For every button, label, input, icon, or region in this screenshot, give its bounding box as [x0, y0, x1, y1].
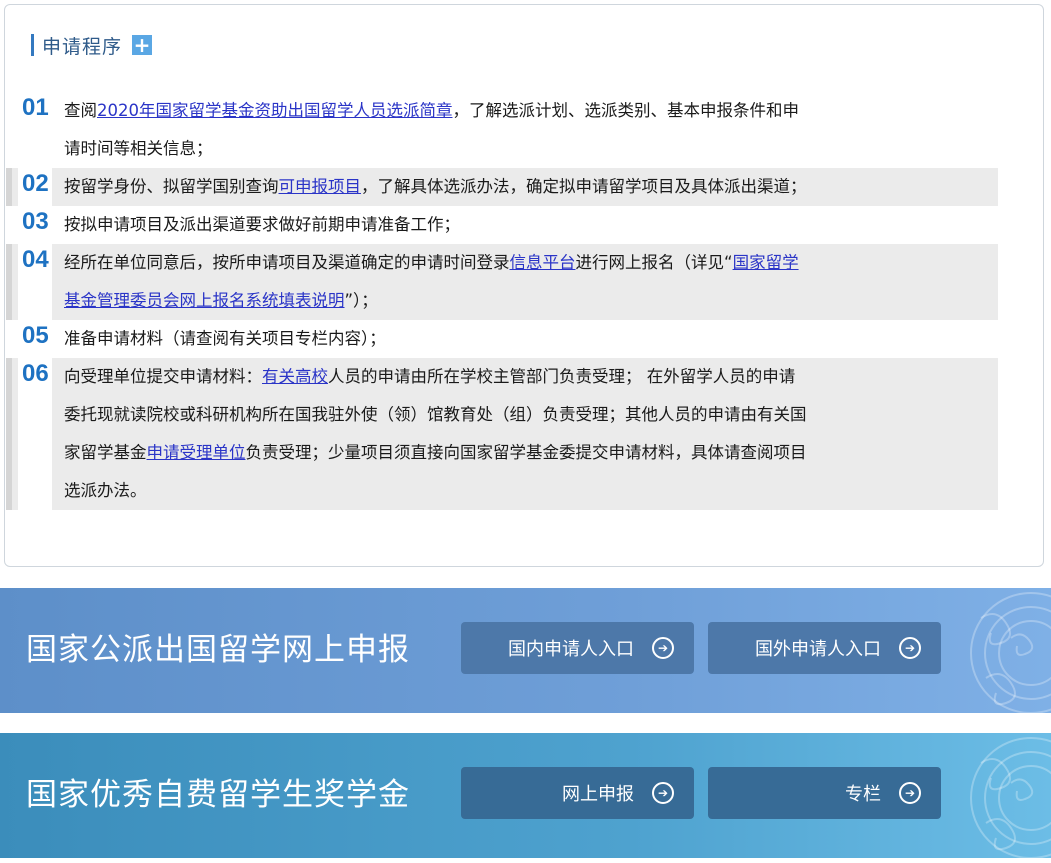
step-text-part: 请时间等相关信息； — [64, 139, 213, 158]
info-platform-link[interactable]: 信息平台 — [510, 253, 576, 272]
step-text: 按留学身份、拟留学国别查询可申报项目，了解具体选派办法，确定拟申请留学项目及具体… — [64, 177, 807, 196]
step-number: 04 — [22, 246, 49, 273]
step-number: 06 — [22, 360, 49, 387]
overseas-applicant-entry-button[interactable]: 国外申请人入口 ➔ — [708, 622, 941, 674]
step-text-part: 家留学基金 — [64, 443, 147, 462]
step-text-part: ，了解选派计划、选派类别、基本申报条件和申 — [452, 101, 800, 120]
step-number: 01 — [22, 94, 49, 121]
step-text-part: 进行网上报名（详见“ — [575, 253, 733, 272]
state-sponsored-banner: 国家公派出国留学网上申报 国内申请人入口 ➔ 国外申请人入口 ➔ — [0, 588, 1051, 713]
step-number: 03 — [22, 208, 49, 235]
step-text-part: 委托现就读院校或科研机构所在国我驻外使（领）馆教育处（组）负责受理；其他人员的申… — [64, 405, 807, 424]
step-text: 按拟申请项目及派出渠道要求做好前期申请准备工作； — [64, 215, 460, 234]
step-text: 向受理单位提交申请材料：有关高校人员的申请由所在学校主管部门负责受理； 在外留学… — [64, 367, 807, 500]
step-01: 01 查阅2020年国家留学基金资助出国留学人员选派简章，了解选派计划、选派类别… — [6, 92, 998, 168]
brochure-link[interactable]: 2020年国家留学基金资助出国留学人员选派简章 — [97, 101, 453, 120]
arrow-right-circle-icon: ➔ — [899, 782, 921, 804]
step-text-part: 选派办法。 — [64, 481, 147, 500]
domestic-applicant-entry-button[interactable]: 国内申请人入口 ➔ — [461, 622, 694, 674]
banner-title: 国家优秀自费留学生奖学金 — [26, 777, 410, 813]
step-text-part: 经所在单位同意后，按所申请项目及渠道确定的申请时间登录 — [64, 253, 510, 272]
step-text: 经所在单位同意后，按所申请项目及渠道确定的申请时间登录信息平台进行网上报名（详见… — [64, 253, 799, 310]
button-label: 国外申请人入口 — [755, 639, 881, 660]
step-number: 05 — [22, 322, 49, 349]
step-text-part: ”）； — [344, 291, 378, 310]
decorative-pattern-icon — [970, 592, 1051, 713]
online-application-button[interactable]: 网上申报 ➔ — [461, 767, 694, 819]
decorative-pattern-icon — [970, 737, 1051, 858]
step-02: 02 按留学身份、拟留学国别查询可申报项目，了解具体选派办法，确定拟申请留学项目… — [6, 168, 998, 206]
step-05: 05 准备申请材料（请查阅有关项目专栏内容）； — [6, 320, 998, 358]
form-guide-link-continued[interactable]: 基金管理委员会网上报名系统填表说明 — [64, 291, 345, 310]
step-number: 02 — [22, 170, 49, 197]
arrow-right-circle-icon: ➔ — [652, 782, 674, 804]
step-04: 04 经所在单位同意后，按所申请项目及渠道确定的申请时间登录信息平台进行网上报名… — [6, 244, 998, 320]
header-accent-bar — [31, 34, 34, 56]
universities-link[interactable]: 有关高校 — [262, 367, 328, 386]
step-list: 01 查阅2020年国家留学基金资助出国留学人员选派简章，了解选派计划、选派类别… — [6, 92, 998, 510]
button-label: 网上申报 — [562, 784, 634, 805]
step-06: 06 向受理单位提交申请材料：有关高校人员的申请由所在学校主管部门负责受理； 在… — [6, 358, 998, 510]
step-text-part: 人员的申请由所在学校主管部门负责受理； 在外留学人员的申请 — [328, 367, 796, 386]
banner-title: 国家公派出国留学网上申报 — [26, 632, 410, 668]
form-guide-link[interactable]: 国家留学 — [733, 253, 799, 272]
column-button[interactable]: 专栏 ➔ — [708, 767, 941, 819]
step-03: 03 按拟申请项目及派出渠道要求做好前期申请准备工作； — [6, 206, 998, 244]
panel-title: 申请程序 — [42, 35, 123, 58]
step-text: 准备申请材料（请查阅有关项目专栏内容）； — [64, 329, 386, 348]
arrow-right-circle-icon: ➔ — [652, 637, 674, 659]
panel-header: 申请程序 + — [31, 31, 153, 59]
button-label: 国内申请人入口 — [508, 639, 634, 660]
step-text: 查阅2020年国家留学基金资助出国留学人员选派简章，了解选派计划、选派类别、基本… — [64, 101, 799, 158]
step-text-part: 向受理单位提交申请材料： — [64, 367, 262, 386]
step-text-part: ，了解具体选派办法，确定拟申请留学项目及具体派出渠道； — [361, 177, 807, 196]
button-label: 专栏 — [845, 784, 881, 805]
plus-icon[interactable]: + — [132, 35, 153, 55]
arrow-right-circle-icon: ➔ — [899, 637, 921, 659]
step-text-part: 按留学身份、拟留学国别查询 — [64, 177, 279, 196]
eligible-projects-link[interactable]: 可申报项目 — [279, 177, 362, 196]
accepting-units-link[interactable]: 申请受理单位 — [147, 443, 246, 462]
self-funded-scholarship-banner: 国家优秀自费留学生奖学金 网上申报 ➔ 专栏 ➔ — [0, 733, 1051, 858]
step-text-part: 负责受理；少量项目须直接向国家留学基金委提交申请材料，具体请查阅项目 — [245, 443, 807, 462]
step-text-part: 查阅 — [64, 101, 97, 120]
